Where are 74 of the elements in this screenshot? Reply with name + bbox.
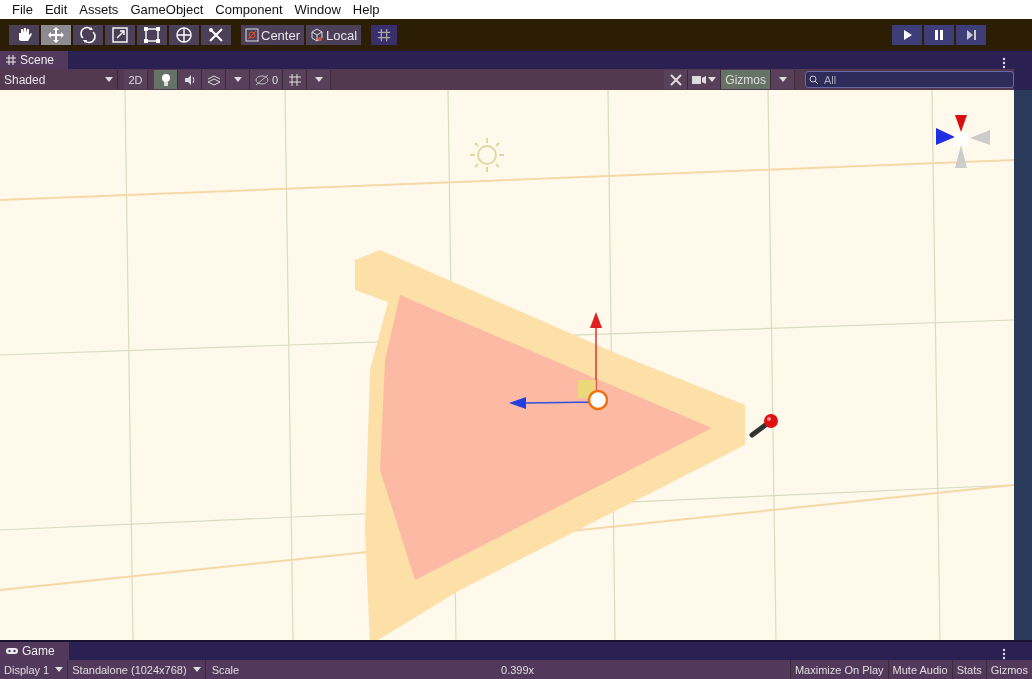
- scene-view-toggle[interactable]: [154, 70, 178, 89]
- search-field[interactable]: All: [805, 71, 1014, 88]
- resolution-dropdown[interactable]: Standalone (1024x768): [68, 660, 206, 679]
- game-view-toggle[interactable]: Maximize On Play: [789, 660, 888, 679]
- game-view-toggle[interactable]: Mute Audio: [887, 660, 952, 679]
- caret-icon: [778, 77, 787, 82]
- tool-button[interactable]: [105, 25, 135, 45]
- tool-button[interactable]: [137, 25, 167, 45]
- step-icon: [964, 28, 978, 42]
- scene-view-toggle[interactable]: [202, 70, 226, 89]
- gamepad-icon: [6, 647, 18, 655]
- tools-icon: [207, 26, 225, 44]
- play-control-button[interactable]: [956, 25, 986, 45]
- draw-mode-dropdown[interactable]: Shaded: [0, 70, 118, 89]
- sun-icon: [469, 137, 505, 173]
- play-control-button[interactable]: [924, 25, 954, 45]
- dropdown-button[interactable]: [226, 70, 250, 89]
- menu-item[interactable]: GameObject: [124, 2, 210, 17]
- move-icon: [47, 26, 65, 44]
- rect-tool-icon: [143, 26, 161, 44]
- tool-button[interactable]: [169, 25, 199, 45]
- grid-icon: [6, 55, 16, 65]
- tool-button[interactable]: [73, 25, 103, 45]
- transform-icon: [175, 26, 193, 44]
- game-view-toggle[interactable]: Gizmos: [985, 660, 1032, 679]
- more-options-icon[interactable]: [1002, 648, 1006, 660]
- tool-button[interactable]: [201, 25, 231, 45]
- camera-icon: [692, 74, 707, 85]
- scale-icon: [111, 26, 129, 44]
- hidden-objects-toggle[interactable]: 0: [250, 70, 284, 89]
- move-gizmo[interactable]: [509, 312, 609, 411]
- grid-icon: [377, 27, 392, 43]
- grid-toggle[interactable]: [283, 70, 308, 89]
- grid-snap-button[interactable]: [371, 25, 398, 45]
- game-view-toggle[interactable]: Stats: [951, 660, 986, 679]
- display-dropdown[interactable]: Display 1: [0, 660, 69, 679]
- grid-icon: [287, 72, 302, 87]
- search-icon: [809, 75, 821, 85]
- pivot-icon: [245, 28, 259, 42]
- caret-icon: [192, 667, 201, 672]
- caret-icon: [105, 77, 113, 82]
- menu-item[interactable]: Edit: [38, 2, 74, 17]
- ball-object[interactable]: [749, 414, 778, 438]
- more-options-icon[interactable]: [1002, 57, 1006, 69]
- caret-icon: [233, 77, 242, 82]
- caret-icon: [55, 667, 64, 672]
- dropdown-button[interactable]: [771, 70, 795, 89]
- menu-item[interactable]: File: [6, 2, 39, 17]
- tools-button[interactable]: [664, 70, 689, 89]
- pivot-button[interactable]: Center: [241, 25, 305, 45]
- eye-slash-icon: [254, 73, 270, 86]
- scene-tab[interactable]: Scene: [0, 51, 69, 69]
- 2d-toggle[interactable]: 2D: [124, 70, 148, 89]
- menu-item[interactable]: Component: [209, 2, 289, 17]
- menu-item[interactable]: Assets: [73, 2, 125, 17]
- gizmos-button[interactable]: Gizmos: [721, 70, 771, 89]
- scene-view-toggle[interactable]: [178, 70, 202, 89]
- camera-button[interactable]: [688, 70, 722, 89]
- game-tab[interactable]: Game: [0, 642, 69, 660]
- orientation-gizmo[interactable]: [936, 115, 990, 168]
- tools-icon: [668, 72, 683, 87]
- scale-value: 0.399x: [501, 663, 535, 676]
- scale-label: Scale: [210, 663, 241, 676]
- play-control-button[interactable]: [892, 25, 922, 45]
- pivot-button[interactable]: Local: [306, 25, 362, 45]
- tool-button[interactable]: [9, 25, 39, 45]
- pause-icon: [932, 28, 946, 42]
- cube-icon: [310, 28, 325, 42]
- dropdown-button[interactable]: [307, 70, 332, 89]
- caret-icon: [708, 77, 717, 82]
- caret-icon: [314, 77, 323, 82]
- rotate-icon: [79, 26, 97, 44]
- menu-item[interactable]: Window: [288, 2, 347, 17]
- menu-item[interactable]: Help: [346, 2, 386, 17]
